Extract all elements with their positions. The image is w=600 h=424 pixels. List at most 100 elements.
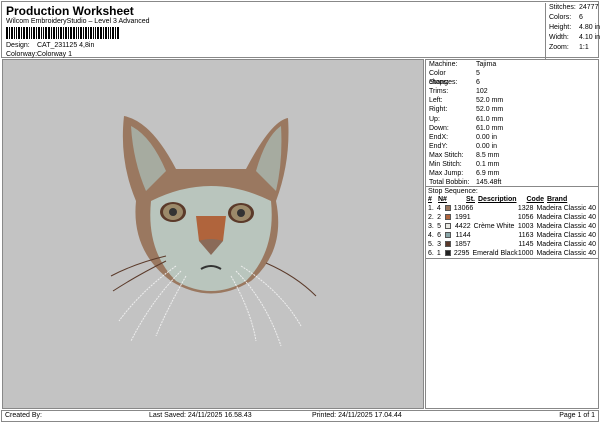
col-description: Description bbox=[478, 196, 517, 203]
barcode-bar bbox=[14, 27, 15, 39]
barcode-bar bbox=[80, 27, 82, 39]
barcode-bar bbox=[16, 27, 17, 39]
needle-num: 5 bbox=[437, 223, 441, 230]
barcode-bar bbox=[108, 27, 109, 39]
info-label: Max Jump: bbox=[429, 170, 464, 178]
barcode-bar bbox=[48, 27, 50, 39]
info-row: Min Stitch: 0.1 mm bbox=[426, 160, 598, 169]
info-row: Down: 61.0 mm bbox=[426, 124, 598, 133]
thread-code: 1000 bbox=[517, 250, 534, 257]
barcode-bar bbox=[11, 27, 13, 39]
info-label: Stops: bbox=[429, 79, 449, 87]
barcode-bar bbox=[21, 27, 22, 39]
info-label: Stitches: bbox=[549, 4, 576, 11]
colorway-value: Colorway 1 bbox=[37, 51, 73, 58]
stitch-count: 1857 bbox=[455, 241, 471, 248]
page-number: Page 1 of 1 bbox=[559, 412, 595, 419]
machine-info: Machine: Tajima Color changes: 5 Stops: 6 Trim… bbox=[426, 60, 598, 187]
col-needle: N# bbox=[438, 196, 447, 203]
info-label: Width: bbox=[549, 34, 569, 41]
col-stitches: St. bbox=[466, 196, 475, 203]
info-value: 6.9 mm bbox=[476, 170, 500, 178]
barcode-bar bbox=[100, 27, 102, 39]
barcode-bar bbox=[29, 27, 30, 39]
barcode-bar bbox=[83, 27, 84, 39]
info-label: Color changes: bbox=[429, 70, 458, 87]
needle-num: 2 bbox=[437, 214, 441, 221]
design-label: Design: bbox=[6, 42, 30, 49]
thread-brand: Madeira Classic 40 bbox=[536, 205, 596, 212]
stop-num: 6. bbox=[428, 250, 434, 257]
info-value: 6 bbox=[476, 79, 480, 87]
stitch-count: 4422 bbox=[455, 223, 471, 230]
barcode-bar bbox=[51, 27, 52, 39]
info-row: Color changes: 5 bbox=[426, 69, 598, 87]
thread-description bbox=[471, 213, 518, 222]
barcode-bar bbox=[76, 27, 77, 39]
barcode-bar bbox=[105, 27, 107, 39]
barcode-bar bbox=[60, 27, 62, 39]
info-row: Trims: 102 bbox=[426, 87, 598, 96]
cat-embroidery-image bbox=[110, 116, 317, 347]
barcode-bar bbox=[36, 27, 37, 39]
thread-description bbox=[471, 231, 518, 240]
color-swatch bbox=[445, 223, 452, 229]
worksheet-header: Production Worksheet Wilcom EmbroiderySt… bbox=[1, 1, 600, 60]
stop-row: 4. 6 1144 1163 Madeira Classic 40 bbox=[428, 231, 596, 240]
barcode-bar bbox=[65, 27, 67, 39]
stop-sequence-header: # N# St. Description Code Brand bbox=[428, 195, 596, 204]
stitch-count: 2295 bbox=[453, 250, 470, 257]
barcode-bar bbox=[41, 27, 42, 39]
design-stats: Stitches: 24777 Colors: 6 Height: 4.80 in Widt… bbox=[545, 3, 600, 60]
barcode-bar bbox=[90, 27, 92, 39]
info-row: Left: 52.0 mm bbox=[426, 96, 598, 105]
info-row: Width: 4.10 in bbox=[546, 33, 600, 43]
barcode-bar bbox=[33, 27, 35, 39]
color-swatch bbox=[445, 241, 452, 247]
barcode-bar bbox=[115, 27, 116, 39]
stop-num: 2. bbox=[428, 214, 434, 221]
info-label: Right: bbox=[429, 106, 448, 114]
barcode-bar bbox=[43, 27, 44, 39]
thread-brand: Madeira Classic 40 bbox=[536, 250, 596, 257]
stop-row: 2. 2 1991 1056 Madeira Classic 40 bbox=[428, 213, 596, 222]
colorway-label: Colorway: bbox=[6, 51, 38, 58]
barcode-bar bbox=[68, 27, 69, 39]
barcode-bar bbox=[117, 27, 119, 39]
info-value: 6 bbox=[579, 14, 583, 21]
barcode-bar bbox=[93, 27, 94, 39]
info-row: Zoom: 1:1 bbox=[546, 43, 600, 53]
info-label: Machine: bbox=[429, 61, 458, 68]
barcode-bar bbox=[58, 27, 59, 39]
info-value: 0.00 in bbox=[476, 142, 498, 150]
info-label: Trims: bbox=[429, 88, 449, 96]
thread-code: 1328 bbox=[517, 205, 534, 212]
stop-row: 1. 4 13066 1328 Madeira Classic 40 bbox=[428, 204, 596, 213]
thread-code: 1003 bbox=[517, 223, 534, 230]
thread-description bbox=[472, 204, 518, 213]
stop-sequence: Stop Sequence: # N# St. Description Code… bbox=[426, 186, 598, 259]
barcode-bar bbox=[63, 27, 64, 39]
last-saved: Last Saved: 24/11/2025 16.58.43 bbox=[149, 412, 252, 419]
color-swatch bbox=[444, 250, 451, 256]
stop-row: 5. 3 1857 1145 Madeira Classic 40 bbox=[428, 240, 596, 249]
color-swatch bbox=[445, 214, 452, 220]
info-label: Colors: bbox=[549, 14, 572, 21]
info-value: 1:1 bbox=[579, 44, 589, 51]
stitch-count: 1991 bbox=[455, 214, 471, 221]
info-row: Height: 4.80 in bbox=[546, 23, 600, 33]
worksheet-footer: Created By: Last Saved: 24/11/2025 16.58… bbox=[1, 410, 599, 422]
info-value: 52.0 mm bbox=[476, 97, 504, 105]
printed-date: Printed: 24/11/2025 17.04.44 bbox=[312, 412, 402, 419]
created-by: Created By: bbox=[5, 412, 42, 419]
info-row: Max Jump: 6.9 mm bbox=[426, 169, 598, 178]
info-row: Up: 61.0 mm bbox=[426, 115, 598, 124]
info-value: 8.5 mm bbox=[476, 151, 500, 159]
needle-num: 6 bbox=[437, 232, 441, 239]
col-code: Code bbox=[526, 196, 545, 203]
barcode-bar bbox=[88, 27, 89, 39]
barcode-bar bbox=[112, 27, 114, 39]
barcode-bar bbox=[9, 27, 10, 39]
color-swatch bbox=[445, 232, 452, 238]
info-row: Right: 52.0 mm bbox=[426, 105, 598, 114]
